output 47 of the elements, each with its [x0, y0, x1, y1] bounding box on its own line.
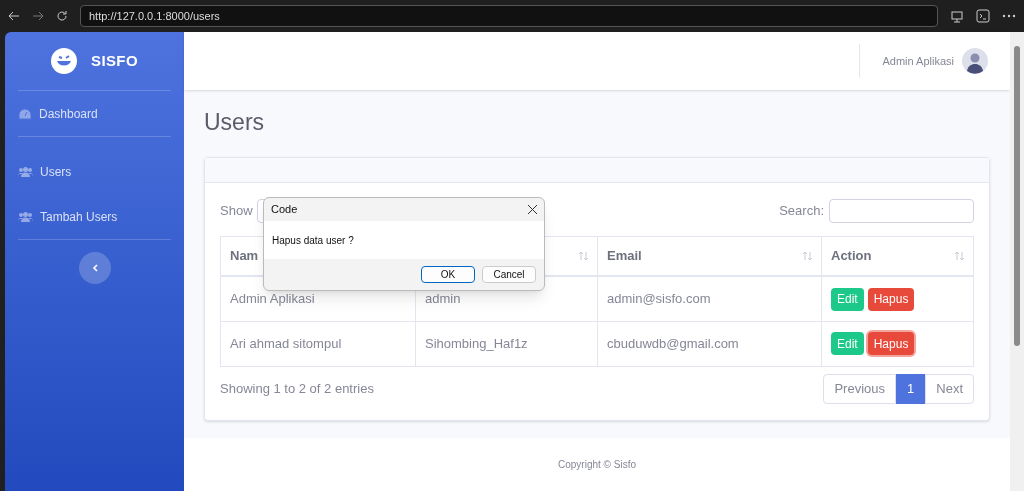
entries-info: Showing 1 to 2 of 2 entries	[220, 380, 374, 398]
page-button[interactable]: 1	[896, 373, 926, 404]
address-bar[interactable]: http://127.0.0.1:8000/users	[80, 5, 938, 27]
table-cell: cbuduwdb@gmail.com	[597, 321, 822, 367]
page-button[interactable]: Previous	[823, 373, 897, 404]
dialog-button[interactable]: OK	[421, 266, 475, 283]
delete-button[interactable]: Hapus	[867, 332, 915, 356]
users-icon	[18, 166, 33, 177]
delete-button[interactable]: Hapus	[867, 287, 915, 311]
search-label: Search:	[779, 202, 824, 220]
forward-icon[interactable]	[32, 10, 44, 22]
terminal-icon[interactable]	[976, 9, 990, 23]
copyright-text: Copyright © Sisfo	[558, 458, 636, 472]
search-field[interactable]	[829, 198, 974, 223]
sidebar-link[interactable]: Tambah Users	[18, 194, 171, 239]
sort-icon	[579, 251, 588, 261]
page-title: Users	[204, 108, 266, 137]
sort-icon	[803, 251, 812, 261]
chevron-left-icon	[91, 264, 98, 272]
sidebar-link[interactable]: Users	[18, 149, 171, 194]
dialog-button[interactable]: Cancel	[482, 266, 536, 283]
gauge-icon	[18, 107, 32, 120]
column-header[interactable]: Action	[821, 236, 974, 277]
scrollbar[interactable]	[1010, 32, 1024, 491]
dialog-message: Hapus data user ?	[272, 233, 354, 248]
table-cell: Ari ahmad sitompul	[220, 321, 416, 367]
show-label: Show	[220, 202, 253, 220]
more-icon[interactable]	[1002, 14, 1016, 18]
users-icon	[18, 211, 33, 222]
edit-button[interactable]: Edit	[831, 332, 864, 356]
avatar-icon[interactable]	[962, 48, 988, 74]
brand-name: SISFO	[91, 50, 138, 71]
laughing-face-icon	[51, 48, 78, 74]
screen-icon[interactable]	[950, 9, 964, 23]
dialog-title: Code	[271, 202, 298, 218]
edit-button[interactable]: Edit	[831, 287, 864, 311]
sidebar-link[interactable]: Dashboard	[18, 91, 171, 136]
page-button[interactable]: Next	[925, 373, 974, 404]
sort-icon	[955, 251, 964, 261]
reload-icon[interactable]	[56, 10, 68, 22]
table-cell: admin@sisfo.com	[597, 276, 822, 322]
table-cell: Sihombing_Haf1z	[415, 321, 598, 367]
back-icon[interactable]	[8, 10, 20, 22]
close-icon[interactable]	[528, 205, 537, 214]
user-name: Admin Aplikasi	[882, 53, 954, 69]
sidebar-toggle-button[interactable]	[78, 252, 111, 284]
column-header[interactable]: Email	[597, 236, 822, 277]
